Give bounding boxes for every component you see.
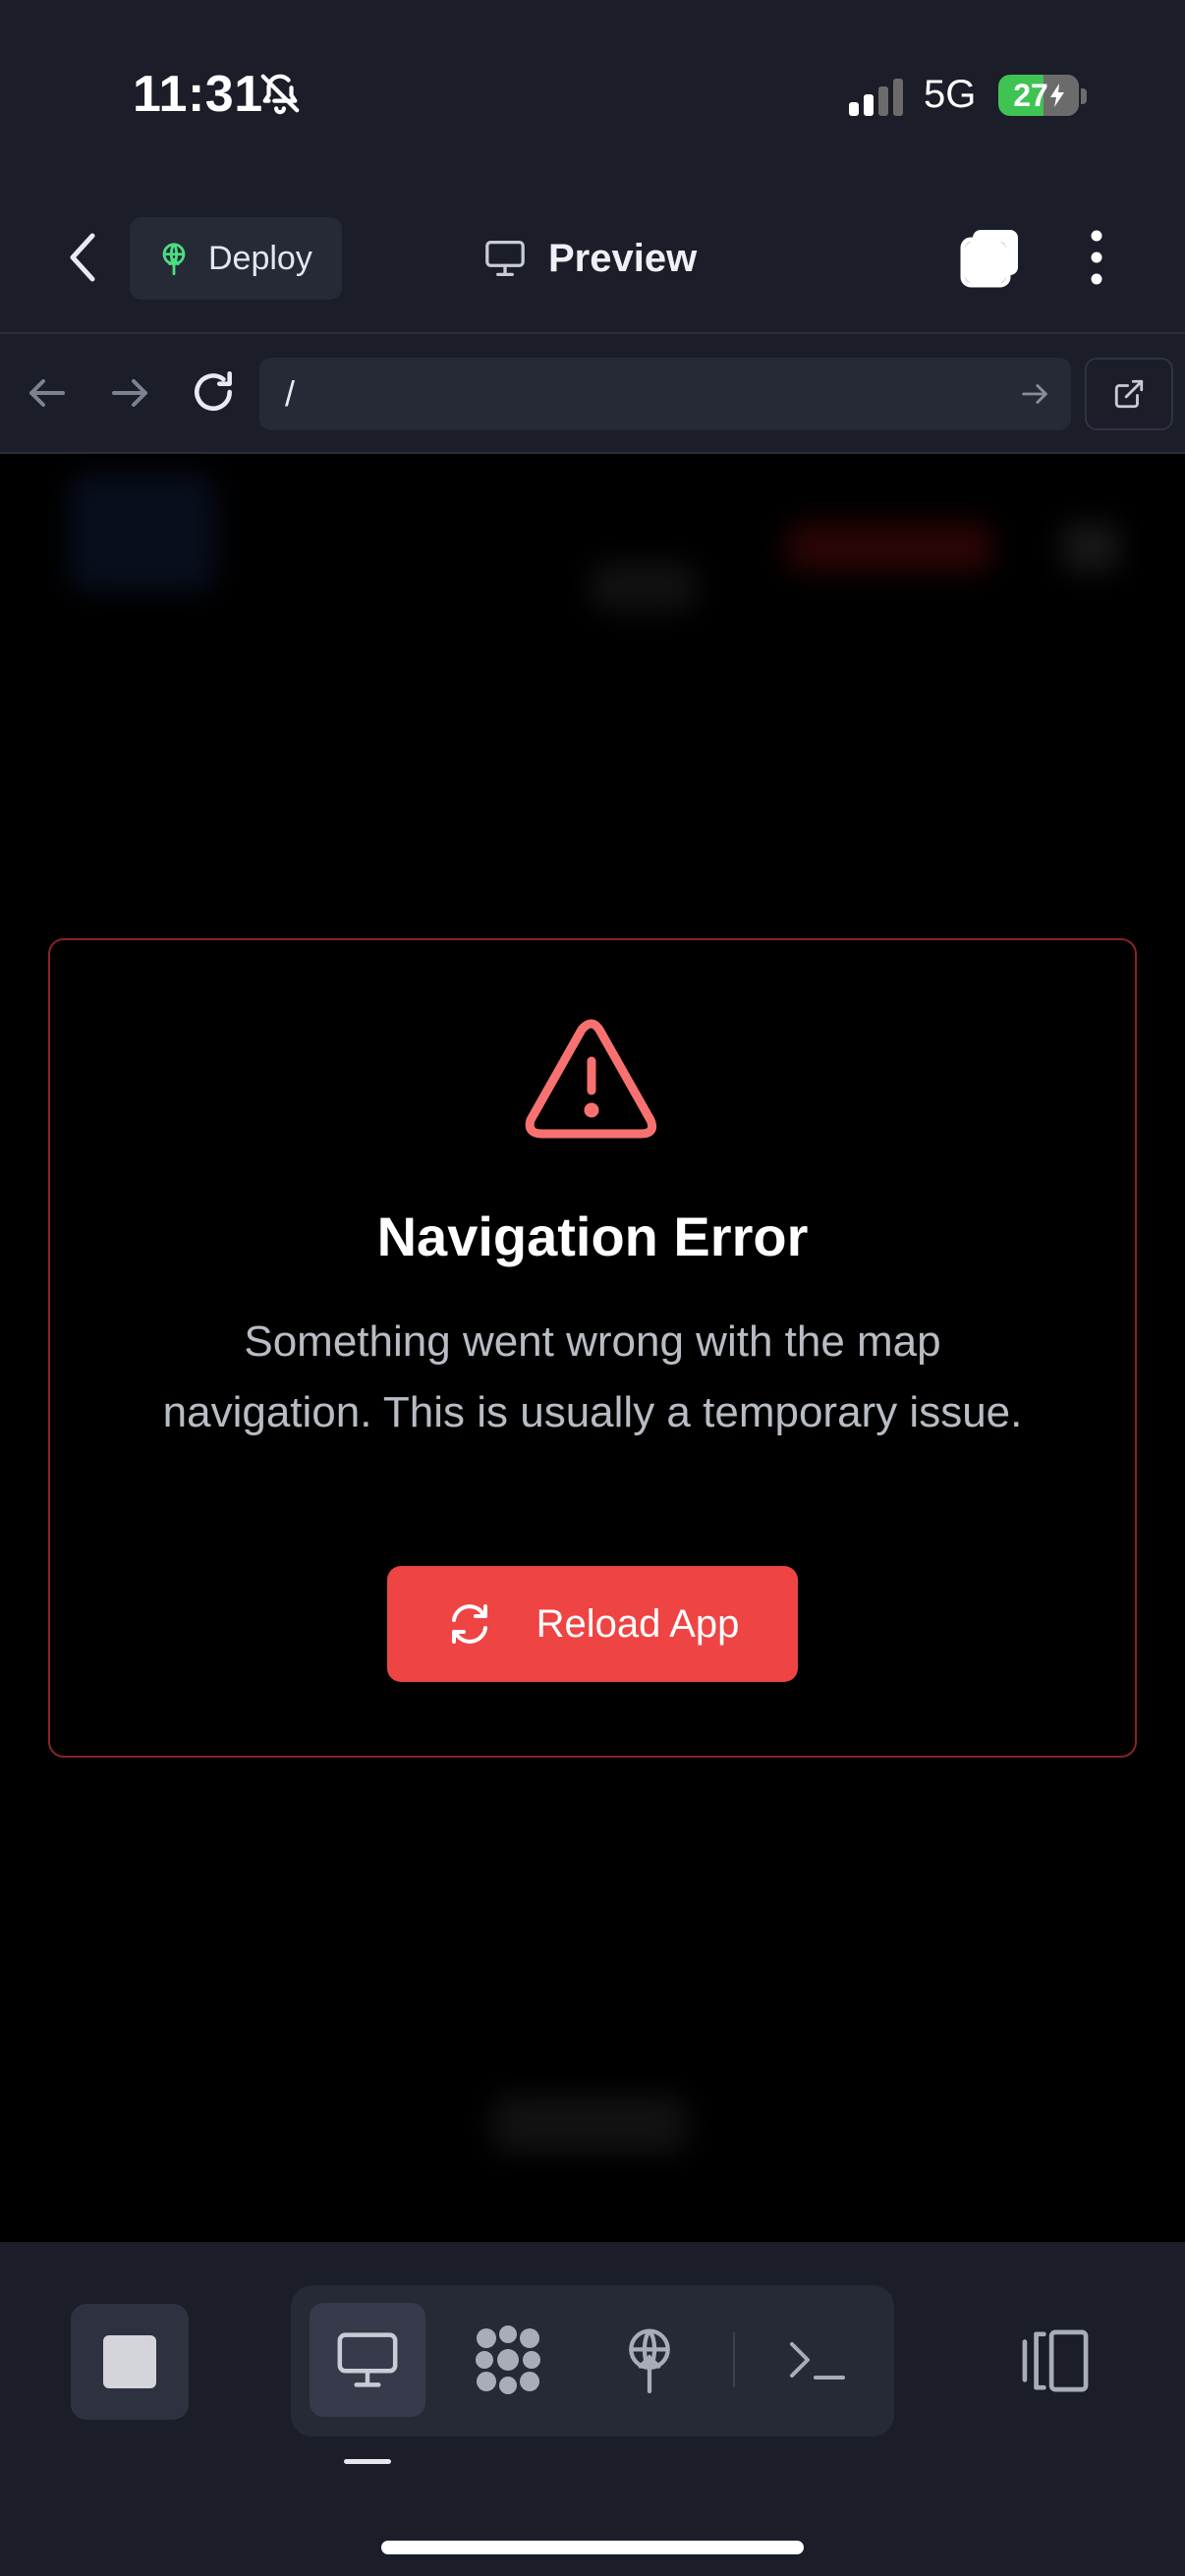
preview-tab[interactable]: Preview	[483, 226, 697, 291]
deploy-icon	[162, 243, 186, 275]
grid-icon	[476, 2325, 540, 2394]
url-input[interactable]: /	[259, 358, 1071, 430]
deploy-icon	[629, 2328, 670, 2394]
battery-indicator: 27	[998, 75, 1079, 116]
terminal-icon	[790, 2342, 845, 2380]
status-time: 11:31	[133, 66, 263, 123]
tool-preview[interactable]	[310, 2303, 425, 2417]
tool-workflow[interactable]	[450, 2303, 566, 2417]
active-tab-indicator	[344, 2459, 391, 2464]
warning-triangle-icon	[525, 1019, 657, 1139]
preview-label: Preview	[548, 236, 698, 280]
more-vertical-icon[interactable]	[1081, 226, 1112, 289]
blurred-map-element	[590, 562, 698, 611]
split-view-icon[interactable]	[1016, 2328, 1095, 2393]
home-indicator	[381, 2541, 804, 2554]
toolbar-divider	[733, 2332, 735, 2387]
stop-button[interactable]	[71, 2304, 189, 2420]
deploy-button[interactable]: Deploy	[130, 217, 342, 300]
network-type: 5G	[924, 73, 977, 116]
monitor-icon	[485, 240, 525, 276]
blurred-map-element	[1061, 523, 1120, 572]
error-message: Something went wrong with the map naviga…	[162, 1317, 1023, 1436]
chevron-left-icon[interactable]	[61, 228, 104, 287]
reload-app-label: Reload App	[536, 1601, 740, 1646]
external-link-icon	[1114, 379, 1144, 409]
stop-icon	[103, 2335, 156, 2388]
blurred-map-element	[69, 474, 216, 591]
reload-icon[interactable]	[189, 367, 238, 417]
blurred-map-element	[786, 523, 992, 572]
arrow-left-icon[interactable]	[24, 369, 71, 417]
tool-terminal[interactable]	[760, 2303, 875, 2417]
monitor-icon	[337, 2332, 398, 2387]
deploy-label: Deploy	[208, 239, 312, 277]
tool-deploy[interactable]	[592, 2303, 707, 2417]
error-title: Navigation Error	[376, 1205, 809, 1267]
bell-muted-icon	[260, 74, 300, 115]
battery-nub	[1081, 88, 1087, 104]
windows-icon[interactable]	[959, 226, 1022, 289]
refresh-icon	[451, 1604, 487, 1644]
cellular-signal-icon	[849, 79, 903, 116]
arrow-right-icon[interactable]	[106, 369, 153, 417]
go-arrow-icon[interactable]	[1018, 377, 1051, 411]
open-external-button[interactable]	[1085, 358, 1173, 430]
blurred-map-element	[491, 2095, 688, 2154]
battery-level: 27	[1013, 77, 1048, 113]
reload-app-button[interactable]: Reload App	[387, 1566, 798, 1682]
charging-bolt-icon	[1049, 84, 1064, 107]
